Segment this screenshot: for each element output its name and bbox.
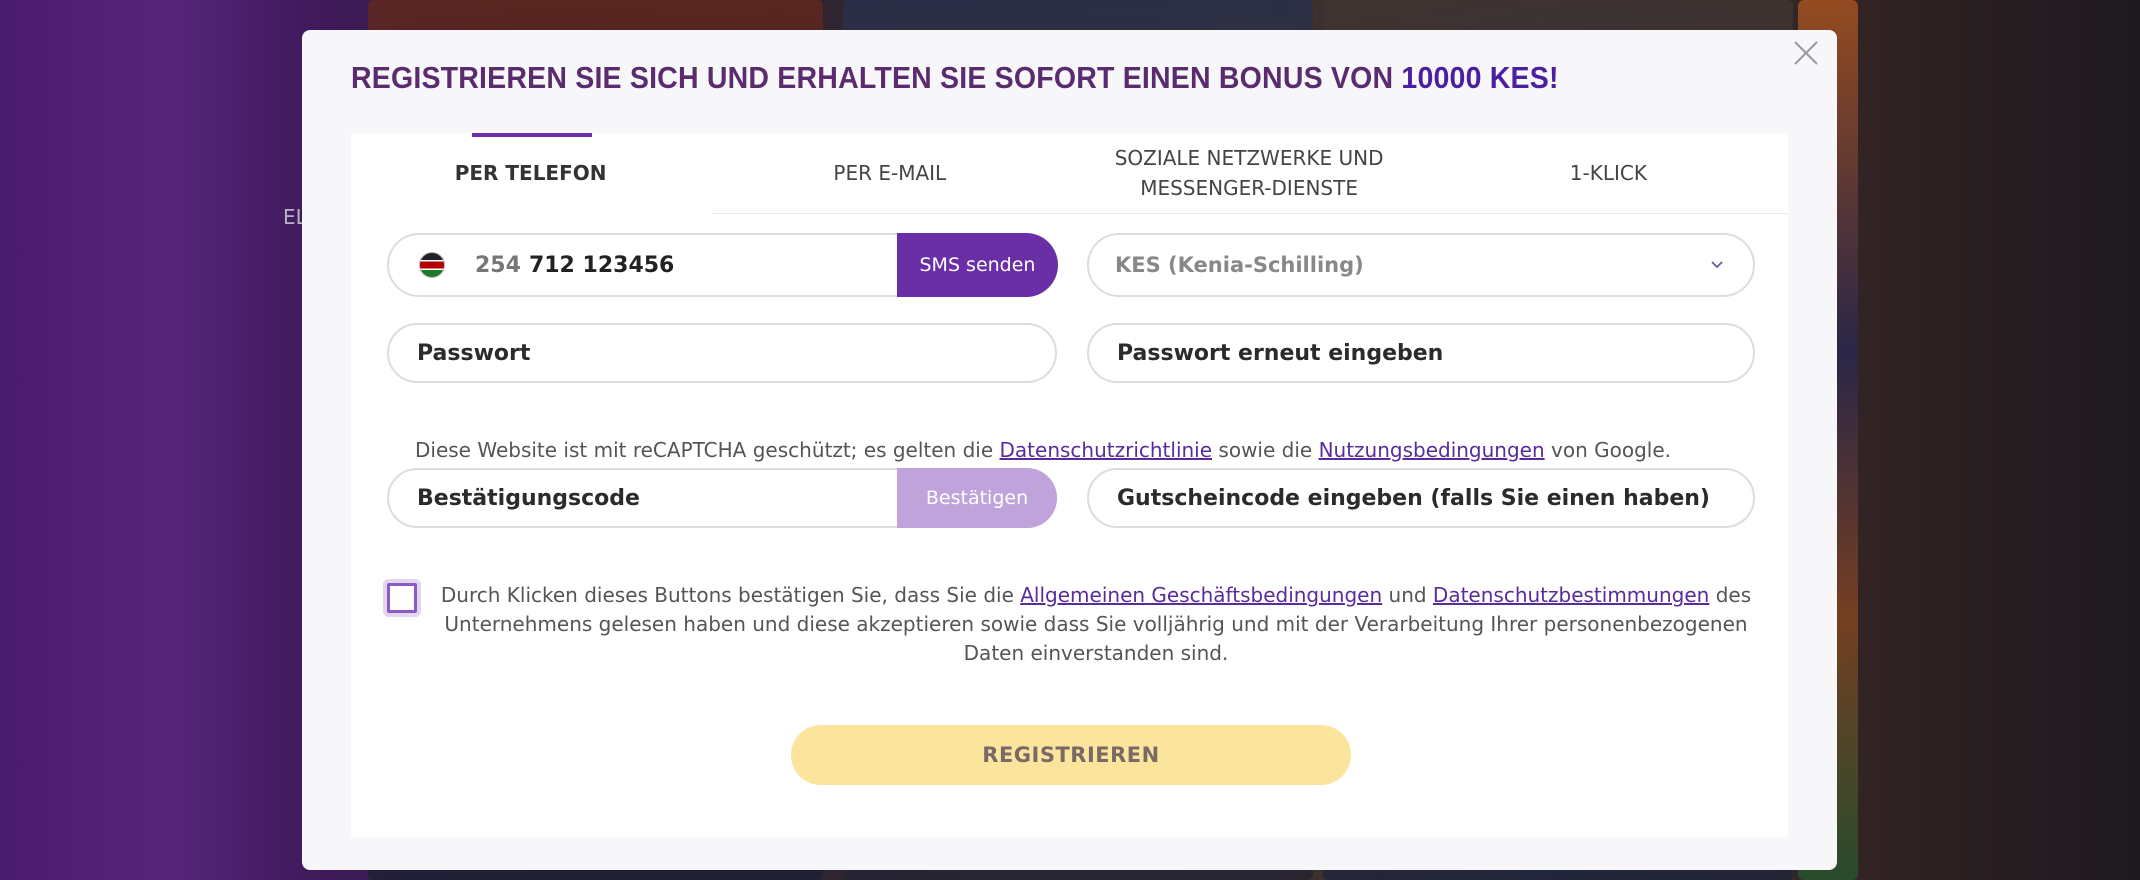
close-icon [1794,41,1818,65]
recaptcha-prefix: Diese Website ist mit reCAPTCHA geschütz… [415,438,994,462]
confirm-code-button[interactable]: Bestätigen [897,468,1057,528]
terms-text: Durch Klicken dieses Buttons bestätigen … [431,581,1761,668]
phone-field[interactable]: 254 712 123456 SMS senden [387,233,1058,297]
chevron-down-icon [1711,261,1723,269]
terms-checkbox[interactable] [387,583,417,613]
recaptcha-privacy-link[interactable]: Datenschutzrichtlinie [1000,438,1213,462]
tab-one-click[interactable]: 1-KLICK [1429,133,1788,213]
phone-number-input[interactable]: 712 123456 [529,253,674,278]
password-placeholder: Passwort [417,340,531,366]
terms-agb-link[interactable]: Allgemeinen Geschäftsbedingungen [1020,583,1382,607]
recaptcha-notice: Diese Website ist mit reCAPTCHA geschütz… [415,438,1671,462]
recaptcha-terms-link[interactable]: Nutzungsbedingungen [1319,438,1545,462]
confirmation-placeholder: Bestätigungscode [417,485,640,511]
tab-divider [711,213,1788,214]
terms-and: und [1388,583,1427,607]
registration-panel: PER TELEFON PER E-MAIL SOZIALE NETZWERKE… [351,133,1788,837]
title-bonus: 10000 KES! [1401,60,1559,95]
tab-phone[interactable]: PER TELEFON [351,133,710,213]
register-button[interactable]: REGISTRIEREN [791,725,1351,785]
tab-social[interactable]: SOZIALE NETZWERKE UND MESSENGER-DIENSTE [1069,133,1428,213]
title-main: REGISTRIEREN SIE SICH UND ERHALTEN SIE S… [351,60,1394,95]
kenya-flag-icon[interactable] [419,252,445,278]
send-sms-button[interactable]: SMS senden [897,233,1058,297]
registration-tabs: PER TELEFON PER E-MAIL SOZIALE NETZWERKE… [351,133,1788,243]
recaptcha-middle: sowie die [1218,438,1313,462]
currency-value: KES (Kenia-Schilling) [1115,253,1364,277]
tab-email[interactable]: PER E-MAIL [710,133,1069,213]
promo-placeholder: Gutscheincode eingeben (falls Sie einen … [1117,485,1710,511]
password-field[interactable]: Passwort [387,323,1057,383]
terms-prefix: Durch Klicken dieses Buttons bestätigen … [440,583,1014,607]
close-button[interactable] [1789,36,1823,70]
promo-code-field[interactable]: Gutscheincode eingeben (falls Sie einen … [1087,468,1755,528]
password-repeat-field[interactable]: Passwort erneut eingeben [1087,323,1755,383]
registration-modal: REGISTRIEREN SIE SICH UND ERHALTEN SIE S… [302,30,1837,870]
password-repeat-placeholder: Passwort erneut eingeben [1117,340,1444,366]
terms-privacy-link[interactable]: Datenschutzbestimmungen [1433,583,1709,607]
phone-country-code: 254 [475,252,521,278]
recaptcha-suffix: von Google. [1551,438,1672,462]
currency-select[interactable]: KES (Kenia-Schilling) [1087,233,1755,297]
confirmation-code-field[interactable]: Bestätigungscode Bestätigen [387,468,1057,528]
modal-title: REGISTRIEREN SIE SICH UND ERHALTEN SIE S… [351,60,1559,96]
